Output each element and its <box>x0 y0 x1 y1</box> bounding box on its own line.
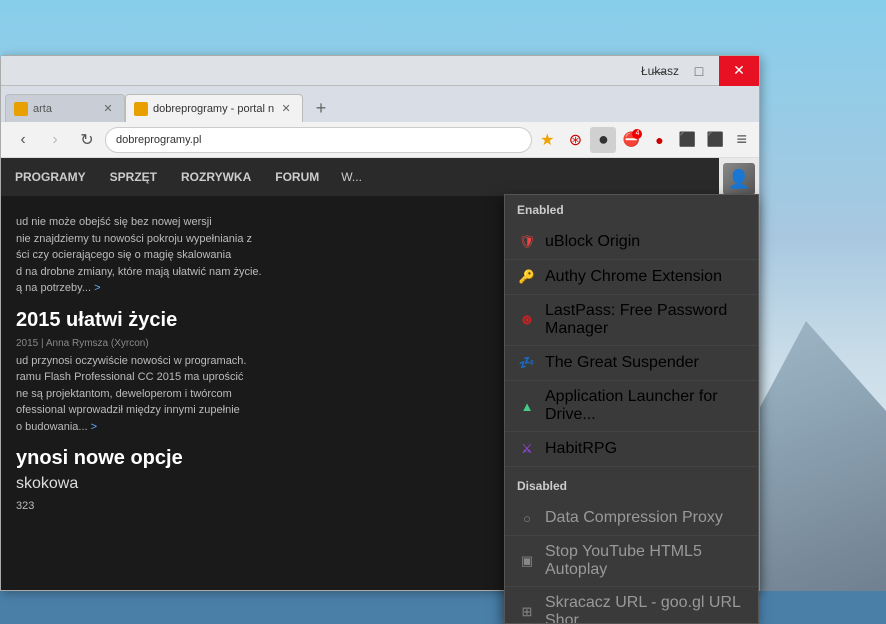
stopyoutube-icon: ▣ <box>517 551 537 571</box>
gdrive-icon: ▲ <box>517 396 537 416</box>
ext-item-gdrive[interactable]: ▲ Application Launcher for Drive... <box>505 381 758 432</box>
habitrpg-icon: ⚔ <box>517 439 537 459</box>
tab-favicon-arta <box>14 102 28 116</box>
suspender-icon: 💤 <box>517 353 537 373</box>
lastpass-ext-icon[interactable]: ⊛ <box>562 127 588 153</box>
nav-rozrywka[interactable]: ROZRYWKA <box>179 166 253 188</box>
avatar: 👤 <box>723 163 755 195</box>
ublock-icon: 🛡 <box>517 232 537 252</box>
reload-button[interactable]: ↻ <box>73 126 101 154</box>
authy-icon: 🔑 <box>517 267 537 287</box>
ext-name-gdrive: Application Launcher for Drive... <box>545 388 746 424</box>
tab-label-arta: arta <box>33 103 96 115</box>
read-more-top[interactable]: > <box>94 282 100 294</box>
ext-name-ublock: uBlock Origin <box>545 233 640 251</box>
page-content: PROGRAMY SPRZĘT ROZRYWKA FORUM W... ud n… <box>1 158 759 590</box>
nav-forum[interactable]: FORUM <box>273 166 321 188</box>
disabled-section-header: Disabled <box>505 471 758 501</box>
datacomp-icon: ○ <box>517 508 537 528</box>
new-tab-button[interactable]: + <box>307 94 335 122</box>
extensions-popup: Enabled 🛡 uBlock Origin 🔑 Authy Chrome E… <box>504 194 759 624</box>
ext-item-stopyoutube[interactable]: ▣ Stop YouTube HTML5 Autoplay <box>505 536 758 587</box>
nav-programy[interactable]: PROGRAMY <box>13 166 88 188</box>
tab-bar: arta ✕ dobreprogramy - portal n ✕ + <box>1 86 759 122</box>
ext-item-authy[interactable]: 🔑 Authy Chrome Extension <box>505 260 758 295</box>
ext-red-icon[interactable]: ● <box>646 127 672 153</box>
ext-item-habitrpg[interactable]: ⚔ HabitRPG <box>505 432 758 467</box>
tab-favicon-dobreprogramy <box>134 102 148 116</box>
ext-dark-icon[interactable]: ⬛ <box>674 127 700 153</box>
title-bar: Łukasz — □ ✕ <box>1 56 759 86</box>
ext-item-skracacz[interactable]: ⊞ Skracacz URL - goo.gl URL Shor... <box>505 587 758 624</box>
ext-name-datacomp: Data Compression Proxy <box>545 509 723 527</box>
ext-item-lastpass[interactable]: ⊛ LastPass: Free Password Manager <box>505 295 758 346</box>
back-button[interactable]: ‹ <box>9 126 37 154</box>
tab-label-dobreprogramy: dobreprogramy - portal n <box>153 103 274 115</box>
nav-more: W... <box>341 170 362 184</box>
ext-name-authy: Authy Chrome Extension <box>545 268 722 286</box>
site-header: PROGRAMY SPRZĘT ROZRYWKA FORUM W... <box>1 158 719 196</box>
tab-dobreprogramy[interactable]: dobreprogramy - portal n ✕ <box>125 94 303 122</box>
nav-sprzet[interactable]: SPRZĘT <box>108 166 159 188</box>
ext-name-stopyoutube: Stop YouTube HTML5 Autoplay <box>545 543 746 579</box>
extension-icons: ⊛ ● ⛔ 4 ● ⬛ ⬛ <box>562 127 728 153</box>
chrome-menu-icon[interactable]: ≡ <box>732 127 751 152</box>
ext-item-ublock[interactable]: 🛡 uBlock Origin <box>505 225 758 260</box>
read-more-2[interactable]: > <box>91 421 97 433</box>
maximize-button[interactable]: □ <box>679 56 719 86</box>
minimize-button[interactable]: — <box>639 56 679 86</box>
address-bar[interactable]: dobreprogramy.pl <box>105 127 532 153</box>
ext-name-lastpass: LastPass: Free Password Manager <box>545 302 746 338</box>
ext-item-suspender[interactable]: 💤 The Great Suspender <box>505 346 758 381</box>
tab-arta[interactable]: arta ✕ <box>5 94 125 122</box>
ublock-ext-icon[interactable]: ⛔ 4 <box>618 127 644 153</box>
tab-close-arta[interactable]: ✕ <box>100 101 116 117</box>
record-ext-icon[interactable]: ● <box>590 127 616 153</box>
window-controls: — □ ✕ <box>639 56 759 86</box>
address-text: dobreprogramy.pl <box>116 134 201 146</box>
enabled-section-header: Enabled <box>505 195 758 225</box>
forward-button[interactable]: › <box>41 126 69 154</box>
ext-name-suspender: The Great Suspender <box>545 354 699 372</box>
lastpass-icon: ⊛ <box>517 310 537 330</box>
bookmark-star-icon[interactable]: ★ <box>540 130 554 150</box>
close-button[interactable]: ✕ <box>719 56 759 86</box>
ext-name-habitrpg: HabitRPG <box>545 440 617 458</box>
ext-black-icon[interactable]: ⬛ <box>702 127 728 153</box>
ext-name-skracacz: Skracacz URL - goo.gl URL Shor... <box>545 594 746 624</box>
skracacz-icon: ⊞ <box>517 602 537 622</box>
tab-close-dobreprogramy[interactable]: ✕ <box>278 101 294 117</box>
nav-bar: ‹ › ↻ dobreprogramy.pl ★ ⊛ ● ⛔ 4 ● ⬛ ⬛ ≡ <box>1 122 759 158</box>
chrome-window: Łukasz — □ ✕ arta ✕ dobreprogramy - port… <box>0 55 760 591</box>
ext-item-datacomp[interactable]: ○ Data Compression Proxy <box>505 501 758 536</box>
